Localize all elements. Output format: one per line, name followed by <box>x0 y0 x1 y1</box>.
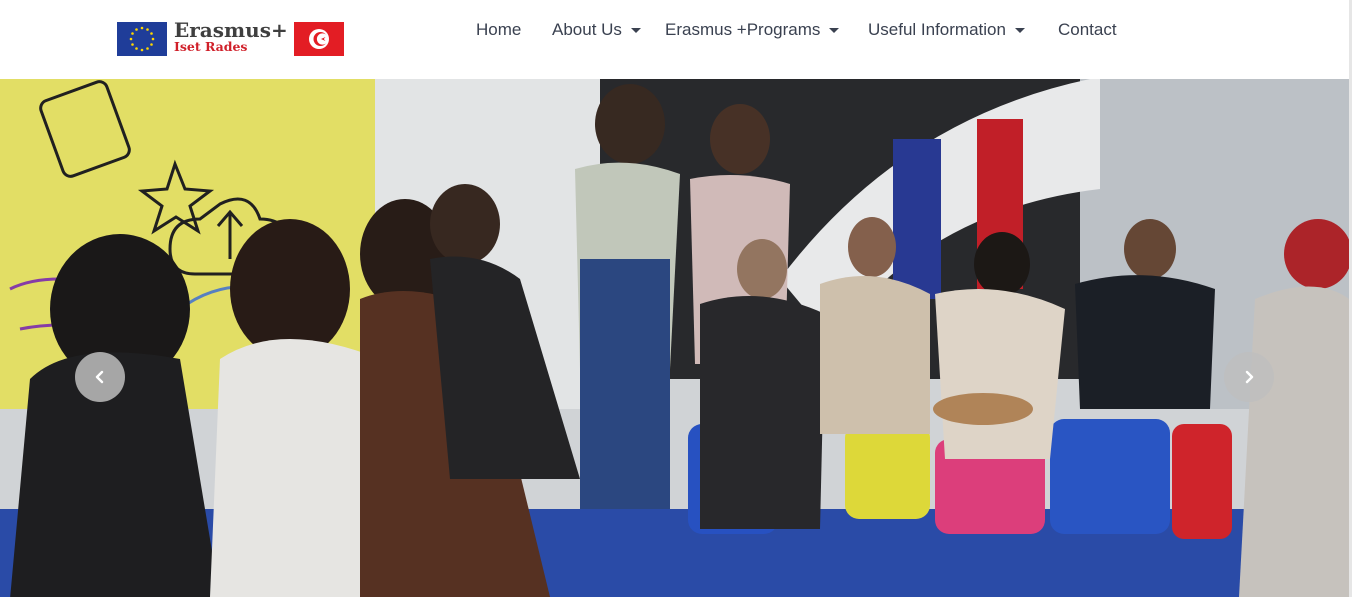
brand-logo[interactable]: Erasmus+ Iset Rades <box>117 20 344 56</box>
hero-slide-image <box>0 79 1349 597</box>
tunisia-flag-icon <box>293 22 344 56</box>
brand-title: Erasmus+ <box>174 18 288 43</box>
caret-down-icon <box>829 28 840 33</box>
nav-contact[interactable]: Contact <box>1058 20 1117 40</box>
nav-erasmus-programs-label: Erasmus +Programs <box>665 20 821 39</box>
nav-useful-information[interactable]: Useful Information <box>868 20 1025 40</box>
nav-home[interactable]: Home <box>476 20 521 40</box>
carousel-prev-button[interactable] <box>75 352 125 402</box>
eu-flag-icon <box>117 22 167 56</box>
nav-home-label: Home <box>476 20 522 39</box>
nav-useful-information-label: Useful Information <box>868 20 1006 39</box>
chevron-right-icon <box>1245 370 1254 384</box>
nav-about-us-label: About Us <box>552 20 622 39</box>
caret-down-icon <box>630 28 641 33</box>
chevron-left-icon <box>95 370 104 384</box>
caret-down-icon <box>1014 28 1025 33</box>
nav-contact-label: Contact <box>1058 20 1117 39</box>
carousel-next-button[interactable] <box>1224 352 1274 402</box>
brand-text: Erasmus+ Iset Rades <box>174 18 288 55</box>
nav-erasmus-programs[interactable]: Erasmus +Programs <box>665 20 840 40</box>
nav-about-us[interactable]: About Us <box>552 20 641 40</box>
brand-subtitle: Iset Rades <box>174 39 248 55</box>
hero-carousel <box>0 79 1349 597</box>
site-header: Erasmus+ Iset Rades Home About Us Erasmu… <box>0 0 1352 79</box>
